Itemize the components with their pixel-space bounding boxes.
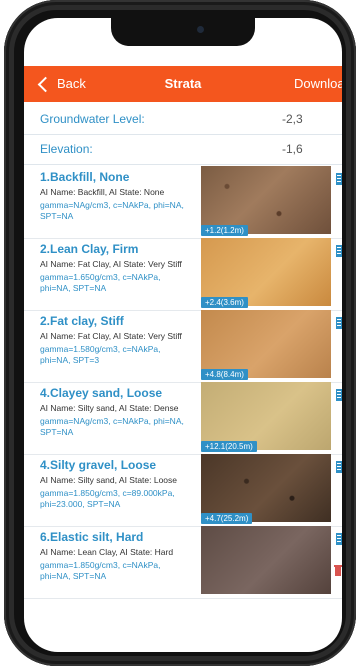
elevation-label: Elevation: [40, 142, 93, 156]
stratum-name: 4.Silty gravel, Loose [40, 458, 157, 472]
groundwater-value: -2,3 [282, 112, 303, 126]
edit-icon[interactable] [336, 173, 342, 185]
stratum-name: 4.Clayey sand, Loose [40, 386, 163, 400]
stratum-ai-name: AI Name: Backfill, AI State: None [40, 187, 165, 197]
stratum-item[interactable]: 6.Elastic silt, Hard AI Name: Lean Clay,… [24, 526, 342, 599]
stratum-name: 2.Lean Clay, Firm [40, 242, 139, 256]
stratum-item[interactable]: 4.Clayey sand, Loose AI Name: Silty sand… [24, 382, 342, 455]
stratum-params: gamma=1.580g/cm3, c=NAkPa, phi=NA, SPT=3 [40, 344, 161, 365]
stratum-ai-name: AI Name: Silty sand, AI State: Dense [40, 403, 179, 413]
depth-badge: +4.7(25.2m) [201, 513, 253, 524]
edit-icon[interactable] [336, 389, 342, 401]
edit-icon[interactable] [336, 461, 342, 473]
stratum-params: gamma=1.850g/cm3, c=NAkPa, phi=NA, SPT=N… [40, 560, 161, 581]
soil-photo [201, 382, 331, 450]
edit-icon[interactable] [336, 245, 342, 257]
stratum-params: gamma=1.650g/cm3, c=NAkPa, phi=NA, SPT=N… [40, 272, 161, 293]
phone-notch [111, 18, 255, 46]
stratum-name: 6.Elastic silt, Hard [40, 530, 144, 544]
stratum-name: 1.Backfill, None [40, 170, 130, 184]
depth-badge: +2.4(3.6m) [201, 297, 248, 308]
camera-icon [197, 26, 204, 33]
stratum-ai-name: AI Name: Silty sand, AI State: Loose [40, 475, 178, 485]
stratum-item[interactable]: 4.Silty gravel, Loose AI Name: Silty san… [24, 454, 342, 527]
phone-screen: Back Strata Download Groundwater Level: … [24, 18, 342, 652]
stratum-params: gamma=NAg/cm3, c=NAkPa, phi=NA, SPT=NA [40, 416, 184, 437]
groundwater-label: Groundwater Level: [40, 112, 145, 126]
soil-photo [201, 166, 331, 234]
soil-photo [201, 310, 331, 378]
elevation-row: Elevation: -1,6 [24, 134, 342, 165]
soil-photo [201, 526, 331, 594]
edit-icon[interactable] [336, 533, 342, 545]
depth-badge: +1.2(1.2m) [201, 225, 248, 236]
stratum-params: gamma=NAg/cm3, c=NAkPa, phi=NA, SPT=NA [40, 200, 184, 221]
phone-frame: Back Strata Download Groundwater Level: … [4, 0, 356, 666]
depth-badge: +12.1(20.5m) [201, 441, 257, 452]
stratum-params: gamma=1.850g/cm3, c=89.000kPa, phi=23.00… [40, 488, 175, 509]
soil-photo [201, 238, 331, 306]
nav-bar: Back Strata Download [24, 66, 342, 102]
edit-icon[interactable] [336, 317, 342, 329]
stratum-ai-name: AI Name: Fat Clay, AI State: Very Stiff [40, 259, 182, 269]
soil-photo [201, 454, 331, 522]
depth-badge: +4.8(8.4m) [201, 369, 248, 380]
download-button[interactable]: Download [294, 66, 342, 102]
stratum-ai-name: AI Name: Lean Clay, AI State: Hard [40, 547, 174, 557]
elevation-value: -1,6 [282, 142, 303, 156]
groundwater-row: Groundwater Level: -2,3 [24, 104, 342, 135]
stratum-item[interactable]: 2.Fat clay, Stiff AI Name: Fat Clay, AI … [24, 310, 342, 383]
stratum-item[interactable]: 1.Backfill, None AI Name: Backfill, AI S… [24, 166, 342, 239]
trash-icon[interactable] [334, 564, 342, 576]
stratum-item[interactable]: 2.Lean Clay, Firm AI Name: Fat Clay, AI … [24, 238, 342, 311]
stratum-name: 2.Fat clay, Stiff [40, 314, 124, 328]
stratum-ai-name: AI Name: Fat Clay, AI State: Very Stiff [40, 331, 182, 341]
